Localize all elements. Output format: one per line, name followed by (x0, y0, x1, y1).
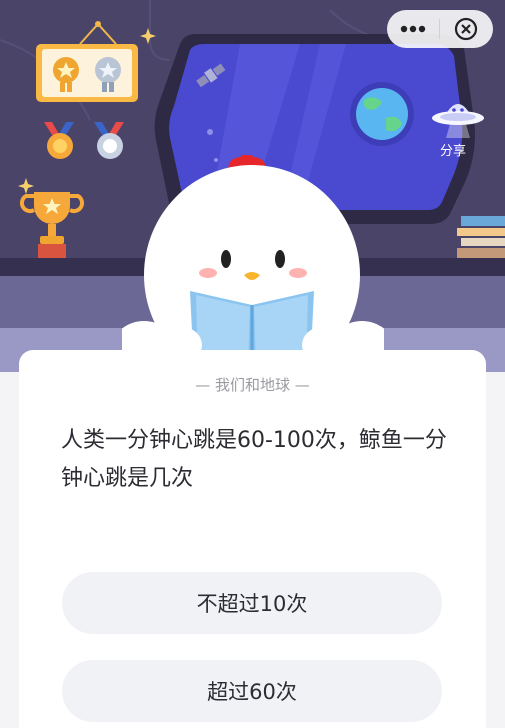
chick-mascot (122, 155, 384, 372)
quiz-question: 人类一分钟心跳是60-100次，鲸鱼一分钟心跳是几次 (61, 428, 447, 491)
more-button[interactable] (387, 10, 439, 48)
medal-frame (36, 21, 156, 102)
books-stack (457, 216, 505, 258)
close-button[interactable] (440, 10, 492, 48)
hero-scene (0, 0, 505, 372)
trophy-icon (18, 178, 85, 258)
share-label[interactable]: 分享 (440, 140, 466, 159)
close-circle-icon (454, 17, 478, 41)
answer-option[interactable]: 不超过10次 (62, 572, 442, 634)
menu-capsule (387, 10, 493, 48)
quiz-card: — 我们和地球 — 人类一分钟心跳是60-100次，鲸鱼一分钟心跳是几次 不超过… (19, 350, 486, 728)
ufo-icon (432, 104, 484, 138)
quiz-category: — 我们和地球 — (195, 376, 310, 394)
answer-option[interactable]: 超过60次 (62, 660, 442, 722)
more-dots-icon (400, 25, 426, 33)
